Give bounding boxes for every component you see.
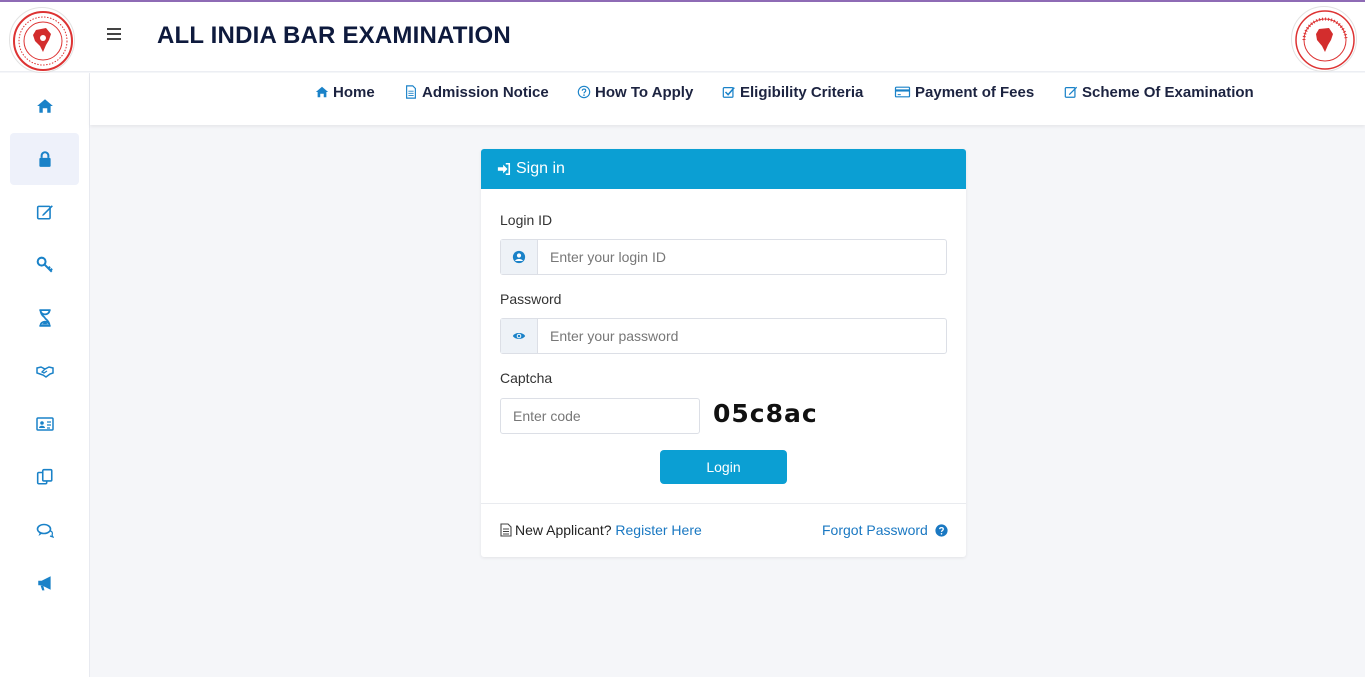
login-id-group: [500, 239, 947, 275]
login-button[interactable]: Login: [660, 450, 787, 484]
user-circle-icon: [501, 240, 538, 274]
nav-payment-of-fees[interactable]: Payment of Fees: [894, 82, 1034, 102]
document-icon: [500, 523, 512, 537]
captcha-input[interactable]: [500, 398, 700, 434]
nav-home-label: Home: [333, 83, 375, 101]
new-applicant-text: New Applicant?: [515, 522, 612, 538]
menu-toggle-button[interactable]: [107, 26, 125, 46]
sidebar-item-hourglass[interactable]: [10, 292, 79, 344]
hourglass-icon: [38, 309, 51, 327]
lock-icon: [38, 151, 51, 167]
signin-card: Sign in Login ID Password Captcha 05c8ac…: [481, 149, 966, 557]
credit-card-icon: [894, 86, 911, 98]
eye-icon[interactable]: [501, 319, 538, 353]
sidebar-item-key[interactable]: [10, 239, 79, 291]
sidebar-item-handshake[interactable]: [10, 345, 79, 397]
bar-council-seal-logo: [1291, 6, 1357, 72]
nav-eligibility-criteria-label: Eligibility Criteria: [740, 83, 864, 101]
sidebar-item-lock[interactable]: [10, 133, 79, 185]
signin-card-header: Sign in: [481, 149, 966, 189]
sidebar-item-edit[interactable]: [10, 186, 79, 238]
signin-card-footer: New Applicant? Register Here Forgot Pass…: [481, 503, 966, 557]
nav-scheme-of-examination-label: Scheme Of Examination: [1082, 83, 1254, 101]
captcha-code: 05c8ac: [713, 399, 818, 428]
bar-council-logo: [9, 7, 75, 73]
password-group: [500, 318, 947, 354]
nav-how-to-apply-label: How To Apply: [595, 83, 694, 101]
nav-scheme-of-examination[interactable]: Scheme Of Examination: [1064, 82, 1254, 102]
home-icon: [315, 86, 329, 98]
bullhorn-icon: [37, 576, 51, 591]
sidebar-item-home[interactable]: [10, 80, 79, 132]
nav-how-to-apply[interactable]: How To Apply: [577, 82, 693, 102]
register-link[interactable]: Register Here: [615, 522, 701, 538]
home-icon: [36, 99, 53, 113]
sidebar-item-id-card[interactable]: [10, 398, 79, 450]
copy-icon: [36, 468, 53, 485]
forgot-password-link[interactable]: Forgot Password: [822, 522, 928, 538]
sidebar-item-copy[interactable]: [10, 451, 79, 503]
nav-admission-notice-label: Admission Notice: [422, 83, 549, 101]
nav-admission-notice[interactable]: Admission Notice: [404, 82, 549, 102]
key-icon: [36, 256, 53, 273]
handshake-icon: [35, 366, 54, 378]
top-nav: Home Admission Notice How To Apply Eligi…: [90, 73, 1365, 125]
nav-payment-of-fees-label: Payment of Fees: [915, 83, 1035, 101]
question-circle-icon[interactable]: [935, 523, 948, 537]
captcha-label: Captcha: [500, 370, 553, 386]
document-icon: [406, 85, 416, 99]
edit-icon: [1064, 86, 1078, 98]
new-applicant: New Applicant? Register Here: [500, 522, 702, 538]
signin-title: Sign in: [516, 160, 565, 177]
nav-home[interactable]: Home: [315, 82, 375, 102]
edit-icon: [36, 205, 53, 220]
app-title: ALL INDIA BAR EXAMINATION: [157, 22, 511, 49]
nav-eligibility-criteria[interactable]: Eligibility Criteria: [722, 82, 863, 102]
login-id-label: Login ID: [500, 212, 553, 228]
sidebar-item-comments[interactable]: [10, 504, 79, 556]
sign-in-icon: [497, 162, 511, 176]
password-input[interactable]: [538, 319, 946, 353]
header: ALL INDIA BAR EXAMINATION: [0, 2, 1365, 73]
login-id-input[interactable]: [538, 240, 946, 274]
comments-icon: [36, 523, 54, 538]
sidebar-item-announcements[interactable]: [10, 557, 79, 609]
edit-check-icon: [722, 87, 735, 98]
forgot-password: Forgot Password: [822, 522, 948, 538]
question-circle-icon: [577, 85, 591, 99]
sidebar: [0, 73, 90, 677]
id-card-icon: [35, 417, 54, 431]
password-label: Password: [500, 291, 562, 307]
